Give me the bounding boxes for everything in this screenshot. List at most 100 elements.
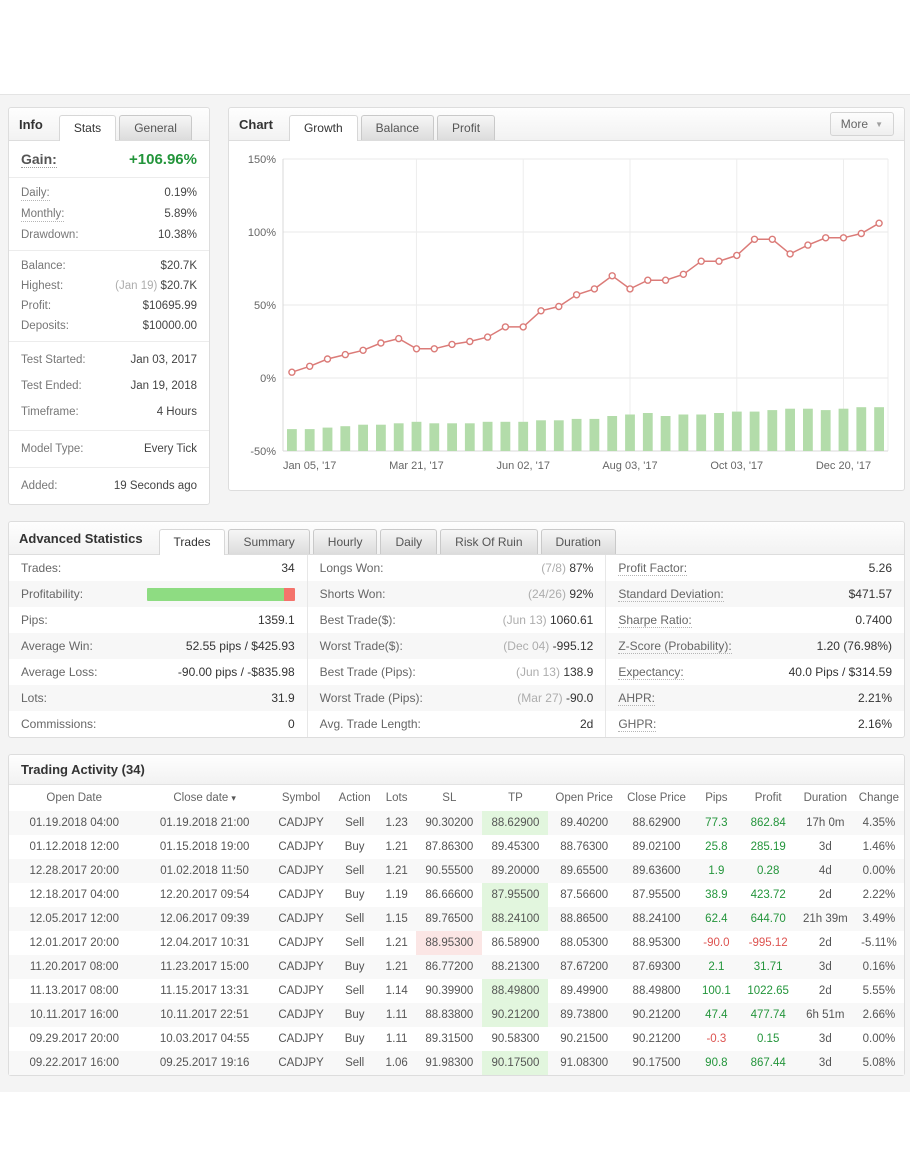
chart-tab-balance[interactable]: Balance [361, 115, 434, 140]
cell-tp: 86.58900 [482, 931, 548, 955]
table-row: 12.28.2017 20:0001.02.2018 11:50CADJPYSe… [9, 859, 904, 883]
column-header-action[interactable]: Action [332, 785, 377, 811]
profitability-bar-loss [284, 588, 294, 601]
value-prefix: (24/26) [528, 587, 569, 601]
cell-symbol: CADJPY [270, 1051, 333, 1075]
cell-pips: 1.9 [693, 859, 739, 883]
info-row-test-ended: Test Ended:Jan 19, 2018 [9, 373, 209, 399]
cell-action: Sell [332, 811, 377, 835]
info-row-label: Timeframe: [21, 405, 79, 419]
value-prefix: (Jun 13) [516, 665, 563, 679]
value-prefix: (Dec 04) [503, 639, 552, 653]
cell-close_price: 88.49800 [620, 979, 693, 1003]
table-row: 11.20.2017 08:0011.23.2017 15:00CADJPYBu… [9, 955, 904, 979]
cell-open: 12.28.2017 20:00 [9, 859, 139, 883]
column-header-open-price[interactable]: Open Price [548, 785, 619, 811]
cell-open_price: 87.67200 [548, 955, 619, 979]
cell-tp: 89.20000 [482, 859, 548, 883]
stats-tab-hourly[interactable]: Hourly [313, 529, 378, 554]
stat-row-ghpr: GHPR:2.16% [606, 711, 904, 737]
stats-tab-duration[interactable]: Duration [541, 529, 616, 554]
trades-table-body: 01.19.2018 04:0001.19.2018 21:00CADJPYSe… [9, 811, 904, 1075]
cell-open_price: 88.76300 [548, 835, 619, 859]
stats-tab-summary[interactable]: Summary [228, 529, 309, 554]
info-row-value: 10.38% [158, 228, 197, 242]
table-row: 01.19.2018 04:0001.19.2018 21:00CADJPYSe… [9, 811, 904, 835]
cell-profit: -995.12 [740, 931, 797, 955]
cell-sl: 87.86300 [416, 835, 482, 859]
activity-panel-title: Trading Activity (34) [21, 762, 145, 777]
stats-tab-daily[interactable]: Daily [380, 529, 437, 554]
stats-tab-risk-of-ruin[interactable]: Risk Of Ruin [440, 529, 537, 554]
info-row-balance: Balance:$20.7K [9, 256, 209, 276]
table-row: 09.22.2017 16:0009.25.2017 19:16CADJPYSe… [9, 1051, 904, 1075]
stat-label: Average Loss: [21, 665, 98, 679]
chart-panel: Chart GrowthBalanceProfit More ▼ 150%100… [228, 107, 905, 491]
cell-lots: 1.21 [377, 859, 416, 883]
cell-pips: 25.8 [693, 835, 739, 859]
cell-tp: 90.21200 [482, 1003, 548, 1027]
cell-profit: 477.74 [740, 1003, 797, 1027]
info-row-value: 0.19% [164, 186, 197, 201]
cell-symbol: CADJPY [270, 955, 333, 979]
trades-table-head: Open DateClose date▾SymbolActionLotsSLTP… [9, 785, 904, 811]
column-header-open-date[interactable]: Open Date [9, 785, 139, 811]
cell-duration: 3d [797, 955, 854, 979]
stats-tab-trades[interactable]: Trades [159, 529, 226, 555]
cell-open: 12.18.2017 04:00 [9, 883, 139, 907]
cell-action: Buy [332, 835, 377, 859]
svg-text:-50%: -50% [250, 446, 276, 458]
stat-value: (Dec 04) -995.12 [503, 639, 593, 653]
svg-text:Jan 05, '17: Jan 05, '17 [283, 460, 336, 472]
column-header-close-price[interactable]: Close Price [620, 785, 693, 811]
stat-value: 31.9 [271, 691, 294, 705]
svg-text:Aug 03, '17: Aug 03, '17 [602, 460, 657, 472]
stat-label: GHPR: [618, 717, 656, 732]
cell-open_price: 89.40200 [548, 811, 619, 835]
cell-sl: 89.31500 [416, 1027, 482, 1051]
column-header-close-date[interactable]: Close date▾ [139, 785, 269, 811]
info-row-highest: Highest:(Jan 19) $20.7K [9, 276, 209, 296]
stat-row-worst-trade: Worst Trade($):(Dec 04) -995.12 [308, 633, 606, 659]
info-tab-stats[interactable]: Stats [59, 115, 116, 141]
chart-tab-growth[interactable]: Growth [289, 115, 358, 141]
stat-value: 5.26 [869, 561, 892, 575]
trades-table: Open DateClose date▾SymbolActionLotsSLTP… [9, 785, 904, 1075]
column-header-pips[interactable]: Pips [693, 785, 739, 811]
trades-header-row: Open DateClose date▾SymbolActionLotsSLTP… [9, 785, 904, 811]
column-header-sl[interactable]: SL [416, 785, 482, 811]
stat-value: 40.0 Pips / $314.59 [789, 665, 892, 679]
cell-action: Sell [332, 1051, 377, 1075]
cell-tp: 90.17500 [482, 1051, 548, 1075]
chart-tabs: GrowthBalanceProfit [289, 115, 495, 140]
column-header-change[interactable]: Change [854, 785, 904, 811]
cell-open_price: 89.49900 [548, 979, 619, 1003]
info-tab-general[interactable]: General [119, 115, 192, 140]
column-header-lots[interactable]: Lots [377, 785, 416, 811]
info-panel-header: Info StatsGeneral [9, 108, 209, 141]
stat-row-profit-factor: Profit Factor:5.26 [606, 555, 904, 581]
table-row: 12.18.2017 04:0012.20.2017 09:54CADJPYBu… [9, 883, 904, 907]
cell-sl: 91.98300 [416, 1051, 482, 1075]
cell-close: 12.06.2017 09:39 [139, 907, 269, 931]
svg-text:Mar 21, '17: Mar 21, '17 [389, 460, 444, 472]
stat-row-worst-trade-pips: Worst Trade (Pips):(Mar 27) -90.0 [308, 685, 606, 711]
info-group: Balance:$20.7KHighest:(Jan 19) $20.7KPro… [9, 250, 209, 341]
chart-body: 150%100%50%0%-50%Jan 05, '17Mar 21, '17J… [229, 141, 904, 490]
svg-text:50%: 50% [254, 300, 276, 312]
stat-label: Pips: [21, 613, 48, 627]
chart-tab-profit[interactable]: Profit [437, 115, 495, 140]
cell-action: Sell [332, 907, 377, 931]
cell-action: Buy [332, 955, 377, 979]
cell-tp: 88.24100 [482, 907, 548, 931]
more-button[interactable]: More ▼ [830, 112, 894, 136]
column-header-symbol[interactable]: Symbol [270, 785, 333, 811]
column-header-profit[interactable]: Profit [740, 785, 797, 811]
column-header-tp[interactable]: TP [482, 785, 548, 811]
stats-column-1: Trades:34Profitability:Pips:1359.1Averag… [9, 555, 307, 737]
stat-label: Shorts Won: [320, 587, 386, 601]
gain-value: +106.96% [129, 151, 197, 168]
info-body: Gain: +106.96% Daily:0.19%Monthly:5.89%D… [9, 141, 209, 504]
column-header-duration[interactable]: Duration [797, 785, 854, 811]
cell-sl: 88.95300 [416, 931, 482, 955]
